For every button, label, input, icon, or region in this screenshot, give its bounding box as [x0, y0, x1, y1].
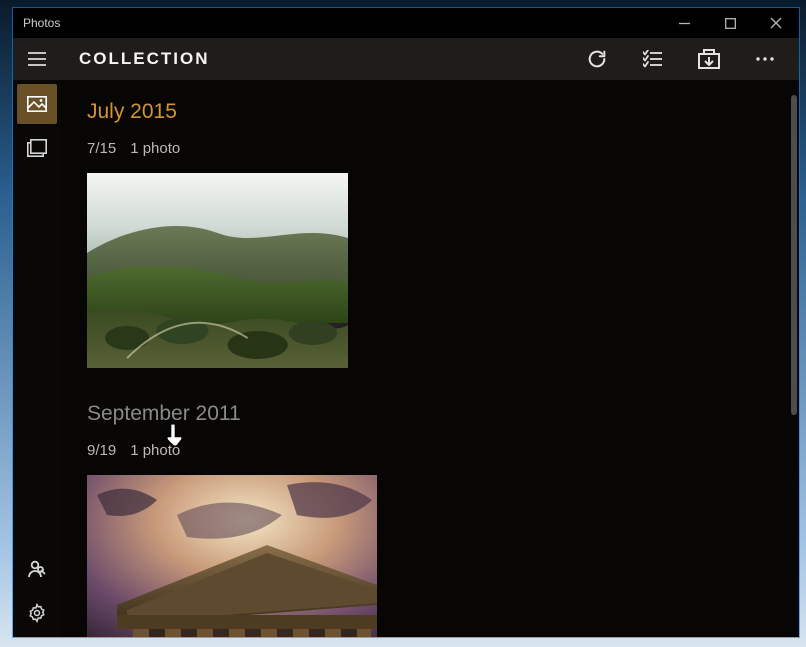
scrollbar-thumb[interactable]	[791, 95, 797, 415]
scrollbar[interactable]	[787, 80, 799, 637]
titlebar: Photos	[13, 8, 799, 38]
group-date: 9/19	[87, 442, 116, 459]
month-heading[interactable]: July 2015	[87, 100, 773, 124]
photos-window: Photos COLLECTION	[13, 8, 799, 637]
group-date: 7/15	[87, 140, 116, 157]
nav-settings[interactable]	[17, 593, 57, 633]
date-group: July 2015 7/15 1 photo	[87, 100, 773, 368]
refresh-button[interactable]	[569, 39, 625, 79]
window-title: Photos	[23, 16, 661, 30]
more-button[interactable]	[737, 39, 793, 79]
nav-collection[interactable]	[17, 84, 57, 124]
photo-thumbnail[interactable]	[87, 475, 377, 637]
group-subheading: 9/19 1 photo	[87, 442, 773, 459]
page-title: COLLECTION	[61, 49, 569, 69]
group-count: 1 photo	[130, 442, 180, 459]
hamburger-icon[interactable]	[13, 38, 61, 80]
content-area: July 2015 7/15 1 photo	[61, 80, 799, 637]
nav-albums[interactable]	[17, 128, 57, 168]
import-button[interactable]	[681, 39, 737, 79]
select-button[interactable]	[625, 39, 681, 79]
nav-sign-in[interactable]	[17, 549, 57, 589]
group-subheading: 7/15 1 photo	[87, 140, 773, 157]
month-heading[interactable]: September 2011	[87, 402, 773, 426]
maximize-button[interactable]	[707, 8, 753, 38]
date-group: September 2011 9/19 1 photo	[87, 402, 773, 637]
close-button[interactable]	[753, 8, 799, 38]
nav-sidebar	[13, 80, 61, 637]
group-count: 1 photo	[130, 140, 180, 157]
command-bar: COLLECTION	[13, 38, 799, 80]
photo-thumbnail[interactable]	[87, 173, 348, 368]
minimize-button[interactable]	[661, 8, 707, 38]
